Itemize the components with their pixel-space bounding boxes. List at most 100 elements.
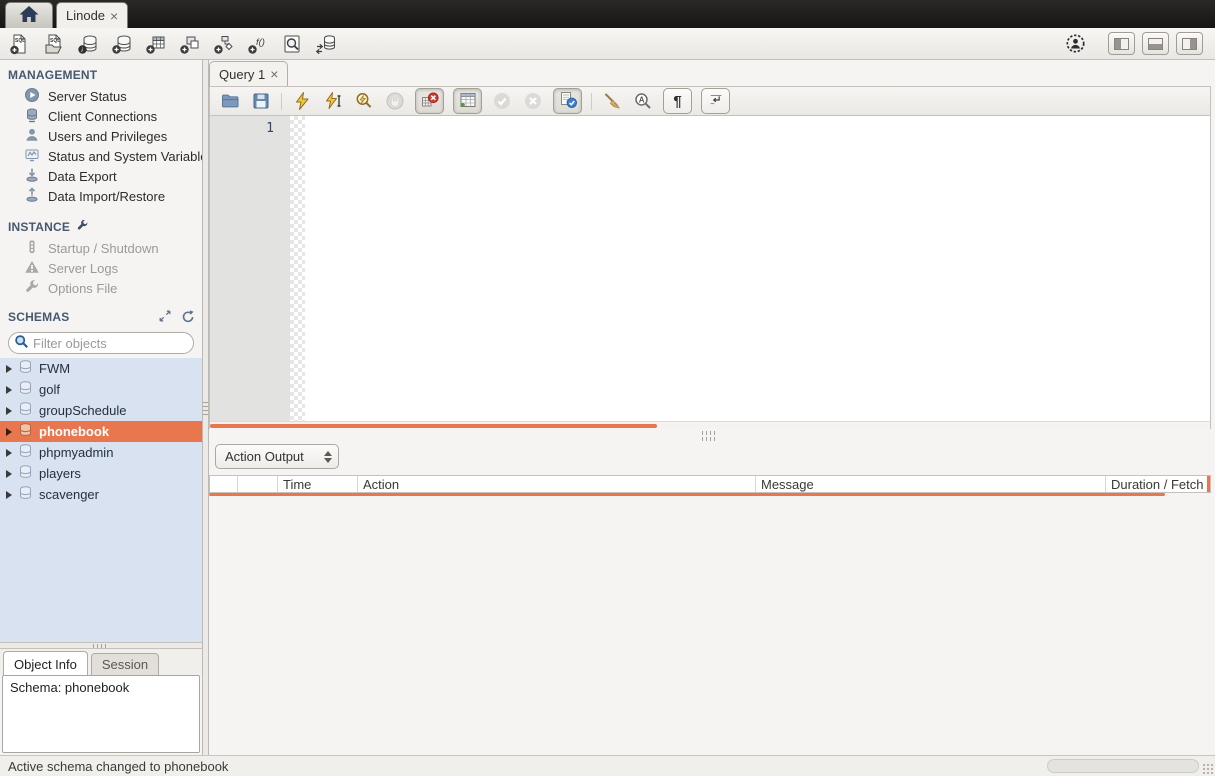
object-info-content: Schema: phonebook [2, 675, 200, 753]
sidebar-item-server-logs[interactable]: Server Logs [0, 258, 202, 278]
sidebar-item-data-export[interactable]: Data Export [0, 166, 202, 186]
column-header-time[interactable]: Time [278, 476, 358, 492]
tab-object-info[interactable]: Object Info [3, 651, 88, 675]
create-table-icon[interactable] [144, 32, 168, 56]
schema-row-players[interactable]: players [0, 463, 202, 484]
save-script-icon[interactable] [250, 90, 272, 112]
schema-name: FWM [39, 361, 70, 376]
toggle-secondary-panel-button[interactable] [1176, 32, 1203, 55]
toggle-autocommit-button[interactable] [553, 88, 582, 114]
close-icon[interactable]: × [270, 67, 278, 81]
schema-row-phonebook[interactable]: phonebook [0, 421, 202, 442]
column-header-blank2[interactable] [238, 476, 278, 492]
output-vertical-scrollbar[interactable] [1207, 476, 1210, 492]
expander-icon[interactable] [6, 449, 12, 457]
schema-filter-input[interactable] [33, 336, 189, 351]
editor-output-splitter[interactable] [209, 429, 1211, 442]
schema-icon [18, 485, 33, 504]
sidebar-item-client-connections[interactable]: Client Connections [0, 106, 202, 126]
toggle-word-wrap-button[interactable] [701, 88, 730, 114]
column-header-duration[interactable]: Duration / Fetch [1106, 476, 1210, 492]
execute-statements-icon[interactable] [291, 90, 313, 112]
sidebar-item-server-status[interactable]: Server Status [0, 86, 202, 106]
schemas-title: SCHEMAS [8, 310, 69, 324]
output-view-selector[interactable]: Action Output [215, 444, 339, 469]
line-number-gutter: 1 [210, 116, 290, 429]
scrollbar-thumb[interactable] [210, 424, 657, 428]
create-function-icon[interactable]: f() [246, 32, 270, 56]
expander-icon[interactable] [6, 428, 12, 436]
schema-row-phpmyadmin[interactable]: phpmyadmin [0, 442, 202, 463]
column-header-action[interactable]: Action [358, 476, 756, 492]
home-icon [18, 4, 40, 27]
action-output-header: Time Action Message Duration / Fetch [209, 475, 1211, 493]
users-icon [24, 127, 40, 146]
home-tab[interactable] [5, 2, 53, 28]
sidebar-item-data-import[interactable]: Data Import/Restore [0, 186, 202, 206]
expander-icon[interactable] [6, 470, 12, 478]
expander-icon[interactable] [6, 407, 12, 415]
expander-icon[interactable] [6, 365, 12, 373]
selector-spinner-icon [324, 451, 332, 463]
search-table-data-icon[interactable] [280, 32, 304, 56]
status-message: Active schema changed to phonebook [8, 759, 228, 774]
toggle-sidebar-panel-button[interactable] [1108, 32, 1135, 55]
sidebar-splitter[interactable] [202, 60, 209, 755]
create-procedure-icon[interactable] [212, 32, 236, 56]
stop-execution-icon[interactable] [384, 90, 406, 112]
connection-tab[interactable]: Linode × [56, 2, 128, 28]
execute-current-statement-icon[interactable] [322, 90, 344, 112]
sidebar-item-options-file[interactable]: Options File [0, 278, 202, 298]
reconnect-dbms-icon[interactable] [314, 32, 338, 56]
tab-label: Session [102, 657, 148, 672]
rollback-icon[interactable] [522, 90, 544, 112]
client-connections-icon [24, 107, 40, 126]
refresh-icon[interactable] [180, 309, 194, 326]
wrench-icon[interactable] [76, 219, 89, 235]
window-resize-grip[interactable] [1202, 763, 1214, 775]
expand-all-icon[interactable] [158, 309, 172, 326]
schema-inspector-icon[interactable]: i [76, 32, 100, 56]
open-sql-script-icon[interactable]: SQL [42, 32, 66, 56]
toggle-limit-rows-button[interactable] [453, 88, 482, 114]
open-script-icon[interactable] [219, 90, 241, 112]
sql-editor: 1 [209, 116, 1211, 429]
schema-row-golf[interactable]: golf [0, 379, 202, 400]
line-number: 1 [266, 121, 274, 136]
tab-session[interactable]: Session [91, 653, 159, 675]
sidebar-bottom-splitter[interactable] [0, 642, 202, 649]
toolbar-right-group [1063, 32, 1207, 56]
column-header-message[interactable]: Message [756, 476, 1106, 492]
schema-name: scavenger [39, 487, 99, 502]
schema-row-scavenger[interactable]: scavenger [0, 484, 202, 505]
sidebar-item-startup-shutdown[interactable]: Startup / Shutdown [0, 238, 202, 258]
svg-text:A: A [639, 96, 645, 105]
query-tab[interactable]: Query 1 × [209, 61, 288, 86]
expander-icon[interactable] [6, 386, 12, 394]
expander-icon[interactable] [6, 491, 12, 499]
create-schema-icon[interactable] [110, 32, 134, 56]
management-title: MANAGEMENT [8, 68, 97, 82]
sidebar-item-system-variables[interactable]: Status and System Variables [0, 146, 202, 166]
svg-text:SQL: SQL [50, 38, 60, 44]
close-icon[interactable]: × [110, 9, 118, 23]
commit-icon[interactable] [491, 90, 513, 112]
sidebar-item-users-privileges[interactable]: Users and Privileges [0, 126, 202, 146]
instance-title: INSTANCE [8, 220, 70, 234]
clear-query-icon[interactable] [601, 90, 623, 112]
toggle-output-panel-button[interactable] [1142, 32, 1169, 55]
create-view-icon[interactable] [178, 32, 202, 56]
explain-plan-icon[interactable] [353, 90, 375, 112]
toggle-stop-on-error-button[interactable] [415, 88, 444, 114]
new-sql-script-icon[interactable]: SQL [8, 32, 32, 56]
schema-row-groupschedule[interactable]: groupSchedule [0, 400, 202, 421]
output-horizontal-scrollbar[interactable] [209, 493, 1165, 496]
sql-text-area[interactable] [305, 116, 1210, 429]
toggle-invisible-characters-button[interactable]: ¶ [663, 88, 692, 114]
schema-tree: FWM golf groupSchedule phonebook phpmyad… [0, 358, 202, 642]
column-header-blank1[interactable] [210, 476, 238, 492]
schema-icon [18, 359, 33, 378]
schema-row-fwm[interactable]: FWM [0, 358, 202, 379]
find-in-editor-icon[interactable]: A [632, 90, 654, 112]
user-preferences-icon[interactable] [1063, 32, 1087, 56]
